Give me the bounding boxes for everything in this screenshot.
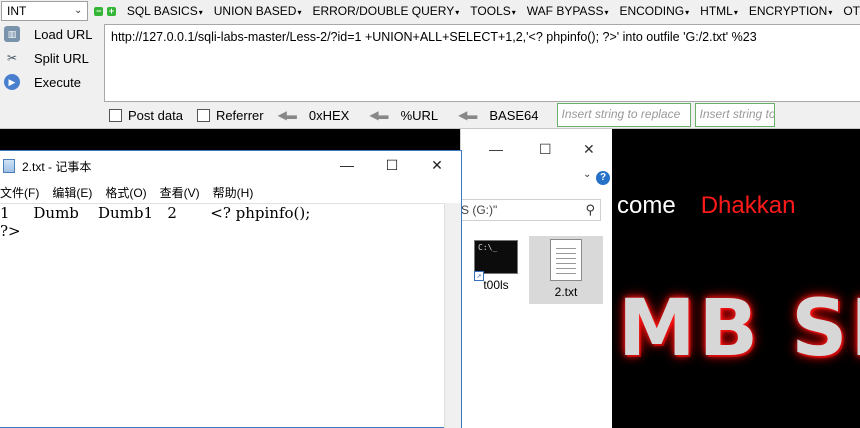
increase-icon[interactable]: + bbox=[107, 6, 116, 16]
load-url-button[interactable]: ▥ Load URL bbox=[0, 22, 98, 46]
post-data-label: Post data bbox=[128, 107, 183, 123]
url-input[interactable]: http://127.0.0.1/sqli-labs-master/Less-2… bbox=[104, 24, 860, 102]
menu-encoding[interactable]: ENCODING▾ bbox=[619, 4, 689, 18]
split-url-button[interactable]: ✂ Split URL bbox=[0, 46, 98, 70]
hackbar-actions: ▥ Load URL ✂ Split URL ▶ Execute bbox=[0, 22, 98, 94]
explorer-search-input[interactable]: S (G:)" ⚲ bbox=[461, 199, 601, 221]
notepad-text-area[interactable]: 1 Dumb Dumb1 2 <? phpinfo(); ?> bbox=[0, 203, 460, 428]
close-icon[interactable]: ✕ bbox=[414, 157, 460, 174]
scissors-icon: ✂ bbox=[6, 51, 18, 65]
notepad-titlebar: 2.txt - 记事本 — ☐ ✕ bbox=[0, 151, 461, 181]
menu-tools[interactable]: TOOLS▾ bbox=[470, 4, 515, 18]
replace-from-input[interactable]: Insert string to replace bbox=[556, 103, 691, 127]
post-data-checkbox[interactable] bbox=[109, 108, 122, 122]
hackbar-options: Post data Referrer ◀▬ 0xHEX ◀▬ %URL ◀▬ B… bbox=[104, 102, 860, 128]
menu-file[interactable]: 文件(F) bbox=[0, 184, 39, 201]
notepad-title: 2.txt - 记事本 bbox=[22, 159, 92, 174]
notepad-window: 2.txt - 记事本 — ☐ ✕ 文件(F) 编辑(E) 格式(O) 查看(V… bbox=[0, 150, 462, 428]
close-icon[interactable]: ✕ bbox=[583, 141, 595, 158]
left-arrow-icon: ◀▬ bbox=[277, 108, 297, 122]
decrease-icon[interactable]: − bbox=[94, 6, 104, 16]
referrer-checkbox[interactable] bbox=[196, 108, 210, 122]
hackbar-menubar: INT ⌄ − + SQL BASICS▾ UNION BASED▾ ERROR… bbox=[0, 0, 860, 22]
vertical-scrollbar[interactable] bbox=[444, 203, 461, 428]
replace-to-input[interactable]: Insert string to replace bbox=[694, 103, 775, 127]
type-select-value: INT bbox=[7, 4, 27, 18]
menu-edit[interactable]: 编辑(E) bbox=[52, 184, 92, 201]
notepad-icon bbox=[3, 159, 15, 173]
minimize-icon[interactable]: — bbox=[324, 157, 370, 173]
execute-button[interactable]: ▶ Execute bbox=[0, 70, 98, 94]
menu-encryption[interactable]: ENCRYPTION▾ bbox=[749, 4, 832, 18]
menu-union-based[interactable]: UNION BASED▾ bbox=[214, 4, 302, 18]
menu-help[interactable]: 帮助(H) bbox=[213, 184, 254, 201]
shortcut-arrow-icon: ↗ bbox=[474, 271, 484, 281]
menu-view[interactable]: 查看(V) bbox=[160, 184, 200, 201]
explorer-titlebar: — ☐ ✕ bbox=[461, 129, 612, 169]
text-file-icon bbox=[550, 239, 582, 281]
search-icon: ⚲ bbox=[585, 202, 595, 217]
menu-other[interactable]: OT bbox=[843, 4, 860, 18]
base64-encode-button[interactable]: ◀▬ BASE64 bbox=[454, 108, 552, 123]
menu-waf-bypass[interactable]: WAF BYPASS▾ bbox=[527, 4, 609, 18]
banner-graphic: MB SE bbox=[618, 284, 860, 374]
referrer-label: Referrer bbox=[215, 107, 264, 123]
text-line: 1 Dumb Dumb1 2 <? phpinfo(); bbox=[0, 204, 311, 222]
left-arrow-icon: ◀▬ bbox=[369, 108, 388, 122]
menu-error-double-query[interactable]: ERROR/DOUBLE QUERY▾ bbox=[312, 4, 459, 18]
text-line: ?> bbox=[0, 222, 21, 240]
menu-sql-basics[interactable]: SQL BASICS▾ bbox=[127, 4, 203, 18]
sqli-labs-page: comeDhakkan MB SE bbox=[612, 129, 860, 428]
minimize-icon[interactable]: — bbox=[489, 141, 503, 157]
url-encode-button[interactable]: ◀▬ %URL bbox=[365, 108, 452, 123]
cmd-shortcut-icon: C:\_ ↗ bbox=[474, 240, 518, 281]
menu-html[interactable]: HTML▾ bbox=[700, 4, 738, 18]
hackbar-panel: INT ⌄ − + SQL BASICS▾ UNION BASED▾ ERROR… bbox=[0, 0, 860, 129]
type-select[interactable]: INT ⌄ bbox=[1, 1, 89, 21]
menu-format[interactable]: 格式(O) bbox=[105, 184, 146, 201]
user-name: Dhakkan bbox=[700, 192, 796, 219]
explorer-window: — ☐ ✕ ⌄ ? S (G:)" ⚲ C:\_ ↗ t00ls 2.txt bbox=[460, 129, 612, 428]
left-arrow-icon: ◀▬ bbox=[458, 108, 477, 122]
maximize-icon[interactable]: ☐ bbox=[539, 141, 552, 158]
notepad-menubar: 文件(F) 编辑(E) 格式(O) 查看(V) 帮助(H) bbox=[0, 181, 461, 203]
database-icon: ▥ bbox=[4, 26, 20, 42]
file-2-txt[interactable]: 2.txt bbox=[529, 236, 603, 304]
help-icon[interactable]: ? bbox=[596, 171, 610, 185]
hex-encode-button[interactable]: ◀▬ 0xHEX bbox=[274, 108, 364, 123]
welcome-text: come Dhakkan bbox=[617, 192, 796, 219]
file-t00ls[interactable]: C:\_ ↗ t00ls bbox=[459, 236, 533, 304]
chevron-down-icon: ⌄ bbox=[73, 5, 83, 16]
maximize-icon[interactable]: ☐ bbox=[369, 157, 415, 174]
play-icon: ▶ bbox=[4, 74, 20, 90]
chevron-down-icon[interactable]: ⌄ bbox=[583, 169, 591, 180]
